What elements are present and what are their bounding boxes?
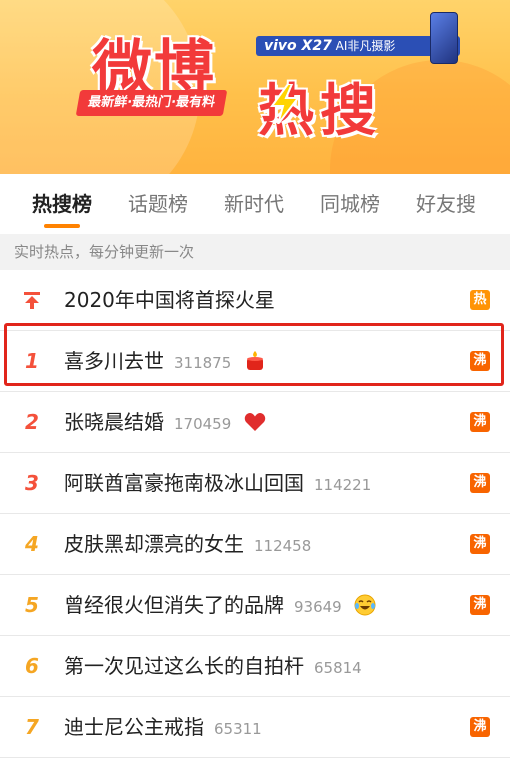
hot-search-list: 2020年中国将首探火星 热 1 喜多川去世 311875 沸 2 张晓晨结婚 17… xyxy=(0,270,510,758)
list-item[interactable]: 4 皮肤黑却漂亮的女生 112458 沸 xyxy=(0,514,510,575)
search-count: 170459 xyxy=(174,415,232,433)
hot-search-banner: 微博 热搜 最新鲜·最热门·最有料 vivo X27 AI非凡摄影 xyxy=(0,0,510,174)
boiling-badge: 沸 xyxy=(470,412,490,432)
boiling-badge: 沸 xyxy=(470,595,490,615)
candle-icon xyxy=(246,350,263,370)
rank-number: 2 xyxy=(25,410,39,434)
search-count: 112458 xyxy=(254,537,312,555)
tab-topics[interactable]: 话题榜 xyxy=(128,174,188,234)
list-item-title: 张晓晨结婚 170459 xyxy=(64,392,266,452)
heart-icon xyxy=(244,412,265,431)
list-item[interactable]: 5 曾经很火但消失了的品牌 93649 沸 xyxy=(0,575,510,636)
hot-badge: 热 xyxy=(470,290,490,310)
boiling-badge: 沸 xyxy=(470,534,490,554)
rank-number: 4 xyxy=(25,532,39,556)
list-item[interactable]: 6 第一次见过这么长的自拍杆 65814 xyxy=(0,636,510,697)
tab-friends[interactable]: 好友搜 xyxy=(416,174,476,234)
list-item-title: 2020年中国将首探火星 xyxy=(64,288,275,312)
search-count: 65311 xyxy=(214,720,262,738)
tab-new-era[interactable]: 新时代 xyxy=(224,174,284,234)
list-item-title: 迪士尼公主戒指 65311 xyxy=(64,715,262,739)
list-item-title: 喜多川去世 311875 xyxy=(64,331,266,391)
section-header: 实时热点，每分钟更新一次 xyxy=(0,234,510,270)
list-item[interactable]: 2 张晓晨结婚 170459 沸 xyxy=(0,392,510,453)
search-count: 114221 xyxy=(314,476,372,494)
laugh-cry-icon xyxy=(354,594,376,615)
tab-local[interactable]: 同城榜 xyxy=(320,174,380,234)
ad-tagline: AI非凡摄影 xyxy=(335,39,396,53)
ad-model: vivo X27 xyxy=(264,38,332,54)
lightning-icon xyxy=(270,84,301,124)
boiling-badge: 沸 xyxy=(470,351,490,371)
ranking-tabs: 热搜榜 话题榜 新时代 同城榜 好友搜 xyxy=(0,174,510,234)
rank-number: 3 xyxy=(25,471,39,495)
rank-number: 1 xyxy=(25,349,39,373)
list-item[interactable]: 1 喜多川去世 311875 沸 xyxy=(0,331,510,392)
search-count: 311875 xyxy=(174,354,232,372)
list-item[interactable]: 7 迪士尼公主戒指 65311 沸 xyxy=(0,697,510,758)
rank-number: 5 xyxy=(25,593,39,617)
search-count: 93649 xyxy=(294,598,342,616)
pin-top-icon xyxy=(24,292,40,309)
list-item-title: 第一次见过这么长的自拍杆 65814 xyxy=(64,654,362,678)
rank-number: 7 xyxy=(25,715,39,739)
banner-slogan: 最新鲜·最热门·最有料 xyxy=(75,90,228,116)
rank-number: 6 xyxy=(25,654,39,678)
list-item-title: 阿联酋富豪拖南极冰山回国 114221 xyxy=(64,471,372,495)
phone-image xyxy=(430,12,458,64)
active-tab-indicator xyxy=(44,224,80,228)
list-item[interactable]: 2020年中国将首探火星 热 xyxy=(0,270,510,331)
boiling-badge: 沸 xyxy=(470,473,490,493)
list-item-title: 曾经很火但消失了的品牌 93649 xyxy=(64,575,376,635)
search-count: 65814 xyxy=(314,659,362,677)
list-item[interactable]: 3 阿联酋富豪拖南极冰山回国 114221 沸 xyxy=(0,453,510,514)
list-item-title: 皮肤黑却漂亮的女生 112458 xyxy=(64,532,312,556)
boiling-badge: 沸 xyxy=(470,717,490,737)
